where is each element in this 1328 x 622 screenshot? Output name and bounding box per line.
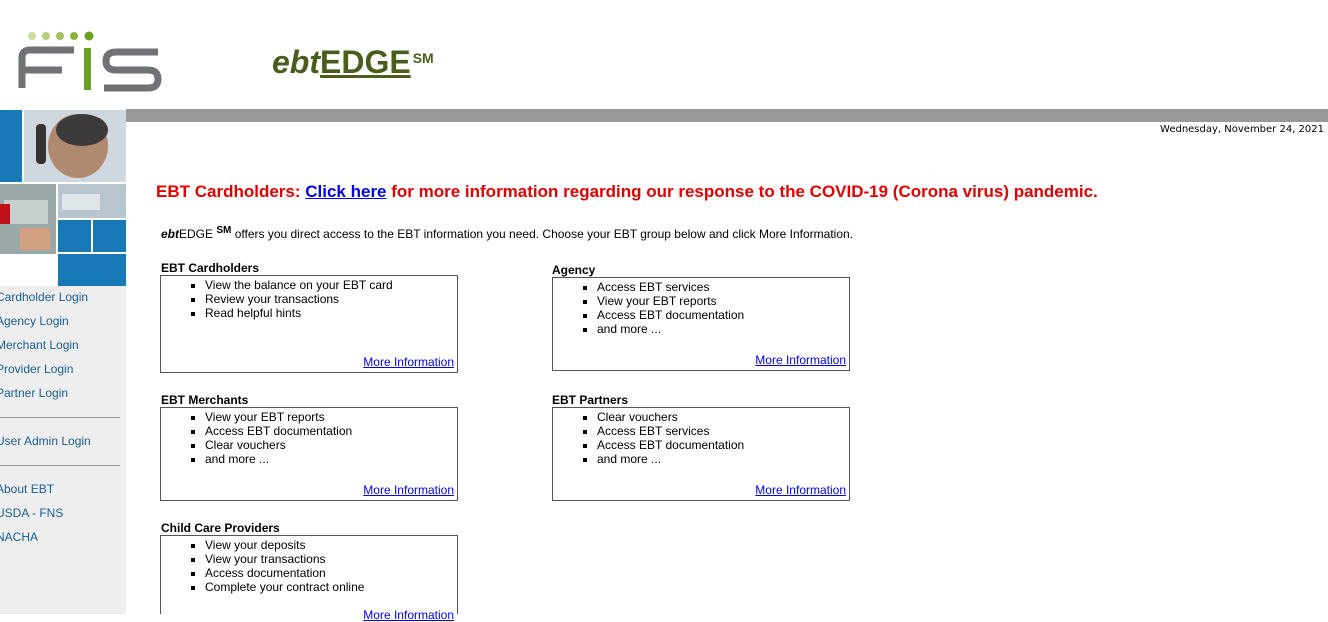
list-item: and more ... [597,322,849,336]
user-admin-login-link[interactable]: User Admin Login [0,434,91,448]
list-item: View your EBT reports [597,294,849,308]
list-item: Access EBT documentation [597,308,849,322]
brand-prefix: ebt [272,44,320,80]
merchants-more-info-link[interactable]: More Information [363,483,454,497]
cardholder-login-link[interactable]: Cardholder Login [0,290,88,304]
covid-click-here-link[interactable]: Click here [305,182,386,201]
list-item: Access EBT documentation [205,424,457,438]
covid-suffix: for more information regarding our respo… [386,182,1098,201]
brand-sup: SM [412,50,434,66]
about-ebt-link[interactable]: About EBT [0,482,54,496]
list-item: View the balance on your EBT card [205,278,457,292]
cardholders-more-info-link[interactable]: More Information [363,355,454,369]
cardholders-list: View the balance on your EBT card Review… [161,278,457,320]
agency-login-link[interactable]: Agency Login [0,314,69,328]
sidebar-divider [0,465,120,466]
photo-mosaic-image [0,110,126,286]
partners-title: EBT Partners [552,393,629,407]
partners-list: Clear vouchers Access EBT services Acces… [553,410,849,466]
merchants-box: View your EBT reports Access EBT documen… [160,407,458,501]
brand-main: EDGE [320,44,411,80]
merchants-list: View your EBT reports Access EBT documen… [161,410,457,466]
covid-notice: EBT Cardholders: Click here for more inf… [156,182,1098,202]
agency-title: Agency [552,263,596,277]
cardholders-box: View the balance on your EBT card Review… [160,275,458,373]
list-item: View your deposits [205,538,457,552]
intro-text: ebtEDGE SM offers you direct access to t… [161,225,853,241]
list-item: and more ... [205,452,457,466]
list-item: View your EBT reports [205,410,457,424]
list-item: Complete your contract online [205,580,457,594]
current-date: Wednesday, November 24, 2021 [1160,124,1324,135]
page-header: ebtEDGE SM [0,0,1328,110]
list-item: View your transactions [205,552,457,566]
intro-edge: EDGE [179,227,214,241]
sidebar: Cardholder Login Agency Login Merchant L… [0,110,126,614]
childcare-list: View your deposits View your transaction… [161,538,457,594]
covid-prefix: EBT Cardholders: [156,182,306,201]
childcare-more-info-link[interactable]: More Information [363,608,454,622]
childcare-box: View your deposits View your transaction… [160,535,458,622]
list-item: Access documentation [205,566,457,580]
agency-box: Access EBT services View your EBT report… [552,277,850,371]
list-item: and more ... [597,452,849,466]
childcare-title: Child Care Providers [161,521,280,535]
partner-login-link[interactable]: Partner Login [0,386,68,400]
list-item: Access EBT documentation [597,438,849,452]
list-item: Access EBT services [597,424,849,438]
header-gray-bar [126,109,1328,122]
agency-more-info-link[interactable]: More Information [755,353,846,367]
intro-ebt: ebt [161,227,179,241]
provider-login-link[interactable]: Provider Login [0,362,73,376]
agency-list: Access EBT services View your EBT report… [553,280,849,336]
list-item: Review your transactions [205,292,457,306]
list-item: Read helpful hints [205,306,457,320]
ebtedge-brand: ebtEDGE SM [272,44,434,81]
merchant-login-link[interactable]: Merchant Login [0,338,79,352]
nacha-link[interactable]: NACHA [0,530,38,544]
sidebar-divider [0,417,120,418]
fis-logo [18,31,162,92]
list-item: Access EBT services [597,280,849,294]
intro-sup: SM [216,225,232,236]
usda-fns-link[interactable]: USDA - FNS [0,506,63,520]
partners-more-info-link[interactable]: More Information [755,483,846,497]
merchants-title: EBT Merchants [161,393,249,407]
list-item: Clear vouchers [205,438,457,452]
list-item: Clear vouchers [597,410,849,424]
partners-box: Clear vouchers Access EBT services Acces… [552,407,850,501]
cardholders-title: EBT Cardholders [161,261,260,275]
intro-body: offers you direct access to the EBT info… [231,227,854,241]
